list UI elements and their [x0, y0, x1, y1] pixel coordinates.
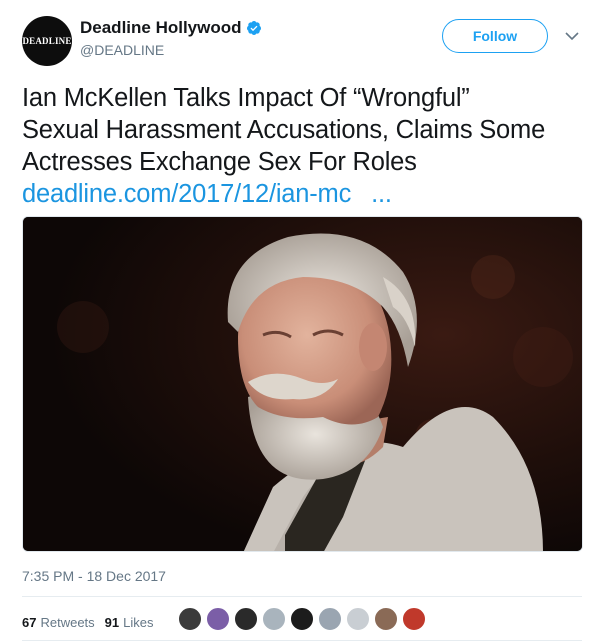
retweets-count: 67	[22, 614, 37, 630]
verified-badge-icon	[246, 21, 261, 35]
liker-avatar[interactable]	[234, 607, 258, 631]
tweet-text-line: Actresses Exchange Sex For Roles	[22, 148, 417, 176]
retweets-label: Retweets	[40, 614, 95, 630]
liker-avatar[interactable]	[262, 607, 286, 631]
tweet-timestamp[interactable]: 7:35 PM - 18 Dec 2017	[22, 568, 166, 584]
liker-avatar[interactable]	[374, 607, 398, 631]
display-name-text: Deadline Hollywood	[80, 18, 242, 37]
likes-stat[interactable]: 91 Likes	[105, 615, 154, 630]
tweet-link-ellipsis: ...	[371, 180, 392, 208]
liker-avatar[interactable]	[346, 607, 370, 631]
likes-count: 91	[104, 614, 120, 630]
portrait-image	[23, 217, 582, 551]
display-name[interactable]: Deadline Hollywood	[80, 18, 262, 38]
liker-avatar[interactable]	[402, 607, 426, 631]
tweet-text: Ian McKellen Talks Impact Of “Wrongful” …	[22, 82, 587, 210]
avatar-logo-text: DEADLINE	[22, 36, 72, 46]
divider	[22, 640, 582, 641]
tweet-text-line: Ian McKellen Talks Impact Of “Wrongful”	[22, 84, 470, 112]
retweets-stat[interactable]: 67 Retweets	[22, 615, 95, 630]
liker-avatar[interactable]	[206, 607, 230, 631]
tweet-stats: 67 Retweets 91 Likes	[22, 610, 164, 634]
avatar[interactable]: DEADLINE	[22, 16, 72, 66]
account-name-block[interactable]: Deadline Hollywood @DEADLINE	[80, 18, 262, 58]
tweet-link-url: deadline.com/2017/12/ian-mc	[22, 180, 352, 208]
account-handle[interactable]: @DEADLINE	[80, 42, 262, 58]
liker-avatar[interactable]	[318, 607, 342, 631]
tweet-text-line: Sexual Harassment Accusations, Claims So…	[22, 116, 546, 144]
tweet-header: DEADLINE Deadline Hollywood @DEADLINE Fo…	[22, 14, 582, 70]
likers-avatar-row	[178, 607, 430, 631]
divider	[22, 596, 582, 597]
tweet-link[interactable]: deadline.com/2017/12/ian-mc...	[22, 178, 587, 210]
chevron-down-icon[interactable]	[562, 26, 582, 46]
likes-label: Likes	[123, 614, 154, 630]
follow-button[interactable]: Follow	[442, 19, 548, 53]
liker-avatar[interactable]	[178, 607, 202, 631]
liker-avatar[interactable]	[290, 607, 314, 631]
tweet-photo[interactable]	[22, 216, 583, 552]
